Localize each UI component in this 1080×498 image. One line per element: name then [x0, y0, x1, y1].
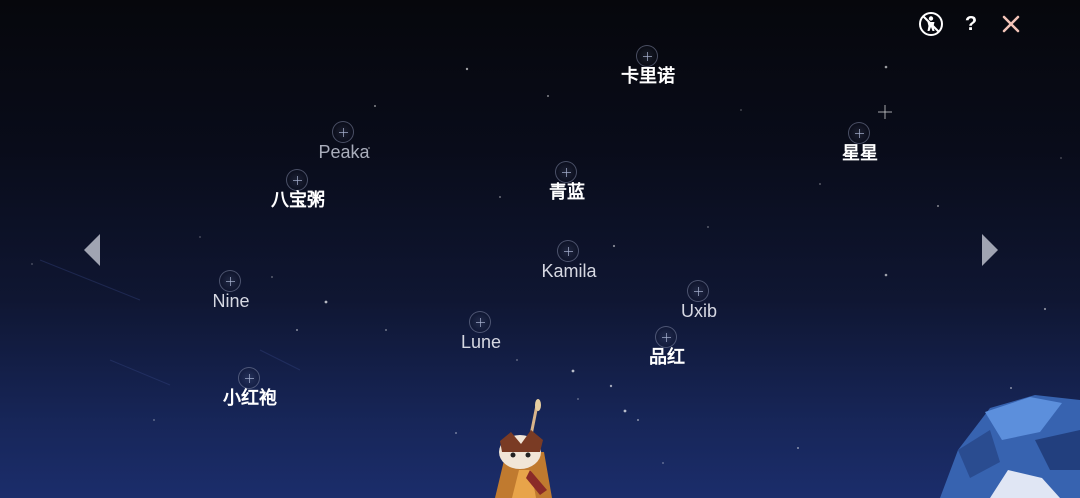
glint-star	[878, 105, 892, 119]
close-icon	[1002, 15, 1020, 33]
question-mark-icon: ?	[964, 12, 978, 35]
star-marker-icon	[219, 270, 241, 292]
star-marker-icon	[557, 240, 579, 262]
friend-name: 青蓝	[549, 182, 585, 202]
friend-star-qinglan[interactable]: 青蓝	[507, 161, 627, 217]
friend-name: Nine	[212, 291, 250, 311]
friend-name: 星星	[842, 143, 878, 163]
player-character	[495, 399, 552, 498]
friend-name: 八宝粥	[271, 190, 325, 210]
triangle-left-icon	[84, 234, 100, 266]
star-marker-icon	[848, 122, 870, 144]
accessibility-button[interactable]	[918, 11, 944, 37]
friend-star-lune[interactable]: Lune	[421, 311, 541, 367]
next-page-button[interactable]	[978, 232, 1002, 268]
friend-name: Lune	[460, 332, 502, 352]
triangle-right-icon	[982, 234, 998, 266]
friend-name: 品红	[649, 347, 685, 367]
constellation-screen: 卡里诺 星星 Peaka 八宝粥 青蓝 Kamila Nine Uxib Lun…	[0, 0, 1080, 498]
help-button[interactable]: ?	[958, 11, 984, 37]
rock-outcrop	[940, 395, 1080, 498]
friend-star-kamila[interactable]: Kamila	[509, 240, 629, 296]
star-marker-icon	[332, 121, 354, 143]
prev-page-button[interactable]	[80, 232, 104, 268]
friend-name: 小红袍	[223, 388, 277, 408]
star-marker-icon	[636, 45, 658, 67]
star-marker-icon	[469, 311, 491, 333]
friend-star-xiaohongpao[interactable]: 小红袍	[190, 367, 310, 423]
star-marker-icon	[655, 326, 677, 348]
star-marker-icon	[238, 367, 260, 389]
friend-star-babaozhou[interactable]: 八宝粥	[238, 169, 358, 225]
friend-name: Kamila	[541, 261, 597, 281]
close-button[interactable]	[998, 11, 1024, 37]
friend-name: 卡里诺	[621, 66, 675, 86]
friend-star-xingxing[interactable]: 星星	[800, 122, 920, 178]
friend-star-pinhong[interactable]: 品红	[607, 326, 727, 382]
friend-star-nine[interactable]: Nine	[171, 270, 291, 326]
star-marker-icon	[687, 280, 709, 302]
friend-star-karino[interactable]: 卡里诺	[588, 45, 708, 101]
friend-name: Uxib	[680, 301, 717, 321]
star-marker-icon	[286, 169, 308, 191]
star-marker-icon	[555, 161, 577, 183]
no-entry-person-icon	[919, 12, 943, 36]
friend-name: Peaka	[318, 142, 370, 162]
